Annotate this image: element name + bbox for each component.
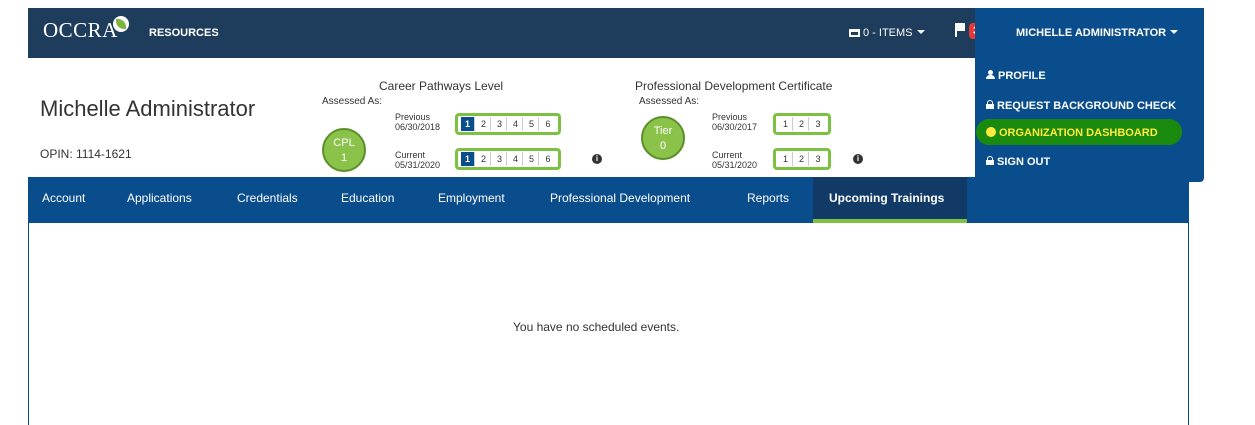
pd-current-levels: 1 2 3: [773, 148, 831, 170]
resources-link[interactable]: RESOURCES: [149, 27, 219, 39]
opin-number: OPIN: 1114-1621: [40, 147, 132, 161]
dropdown-item-sign-out[interactable]: SIGN OUT: [986, 156, 1050, 168]
info-icon[interactable]: i: [853, 154, 863, 164]
level-cell: 5: [525, 152, 539, 166]
tab-professional-development[interactable]: Professional Development: [550, 191, 690, 205]
cpl-assessed-label: Assessed As:: [322, 96, 383, 107]
level-cell: 1: [461, 117, 475, 131]
level-cell: 2: [795, 117, 809, 131]
tab-credentials[interactable]: Credentials: [237, 191, 298, 205]
career-pathways-title: Career Pathways Level: [379, 79, 504, 93]
cart-icon: [849, 29, 860, 37]
pd-certificate-title: Professional Development Certificate: [635, 79, 833, 93]
pd-current-date: 05/31/2020: [712, 160, 758, 170]
tab-account[interactable]: Account: [42, 191, 85, 205]
profile-name: Michelle Administrator: [40, 96, 256, 121]
user-menu-label: MICHELLE ADMINISTRATOR: [1016, 27, 1179, 39]
cpl-current-label: Current: [395, 150, 426, 160]
level-cell: 3: [815, 154, 821, 164]
level-cell: 5: [525, 117, 539, 131]
pd-current-label: Current: [712, 150, 743, 160]
chevron-down-icon: [1170, 30, 1179, 34]
lock-icon: [986, 100, 994, 109]
level-cell: 1: [779, 117, 793, 131]
user-menu-button[interactable]: MICHELLE ADMINISTRATOR: [975, 8, 1204, 58]
level-cell: 4: [509, 117, 523, 131]
tier-badge: Tier 0: [641, 116, 685, 160]
level-cell: 3: [493, 117, 507, 131]
cpl-previous-date: 06/30/2018: [395, 122, 441, 132]
empty-state-message: You have no scheduled events.: [513, 320, 680, 334]
lock-icon: [986, 156, 994, 165]
pd-assessed-label: Assessed As:: [639, 96, 700, 107]
level-cell: 2: [477, 117, 491, 131]
chevron-down-icon: [916, 30, 925, 34]
level-cell: 2: [795, 152, 809, 166]
level-cell: 6: [545, 119, 551, 129]
level-cell: 3: [815, 119, 821, 129]
level-cell: 6: [545, 154, 551, 164]
flag-icon[interactable]: [955, 23, 965, 37]
info-icon[interactable]: i: [592, 154, 602, 164]
occra-logo[interactable]: OCCRA: [43, 16, 129, 48]
pd-previous-levels: 1 2 3: [773, 113, 831, 135]
cpl-previous-label: Previous: [395, 112, 431, 122]
dropdown-item-organization-dashboard[interactable]: ORGANIZATION DASHBOARD: [986, 127, 1158, 139]
top-navbar: OCCRA RESOURCES 0 - ITEMS 3 MICHELLE ADM…: [28, 8, 1204, 58]
level-cell: 1: [779, 152, 793, 166]
cart-label: 0 - ITEMS: [863, 27, 913, 39]
user-dropdown-menu: PROFILE REQUEST BACKGROUND CHECK ORGANIZ…: [975, 58, 1204, 182]
level-cell: 3: [493, 152, 507, 166]
tab-education[interactable]: Education: [341, 191, 394, 205]
tab-employment[interactable]: Employment: [438, 191, 505, 205]
cpl-previous-levels: 1 2 3 4 5 6: [455, 113, 561, 135]
tab-upcoming-trainings[interactable]: Upcoming Trainings: [829, 191, 944, 205]
cpl-current-date: 05/31/2020: [395, 160, 441, 170]
cpl-current-levels: 1 2 3 4 5 6: [455, 148, 561, 170]
dropdown-item-profile[interactable]: PROFILE: [986, 70, 1046, 82]
person-icon: [986, 70, 995, 79]
dashboard-icon: [986, 127, 996, 137]
profile-tabs: Account Applications Credentials Educati…: [28, 177, 1189, 223]
pd-previous-label: Previous: [712, 112, 748, 122]
level-cell: 4: [509, 152, 523, 166]
cart-menu[interactable]: 0 - ITEMS: [849, 27, 925, 39]
dropdown-item-request-background-check[interactable]: REQUEST BACKGROUND CHECK: [986, 100, 1176, 112]
level-cell: 2: [477, 152, 491, 166]
tab-applications[interactable]: Applications: [127, 191, 192, 205]
tab-reports[interactable]: Reports: [747, 191, 789, 205]
cpl-badge: CPL 1: [322, 128, 366, 172]
pd-previous-date: 06/30/2017: [712, 122, 758, 132]
logo-text: OCCRA: [43, 18, 118, 42]
level-cell: 1: [461, 152, 475, 166]
